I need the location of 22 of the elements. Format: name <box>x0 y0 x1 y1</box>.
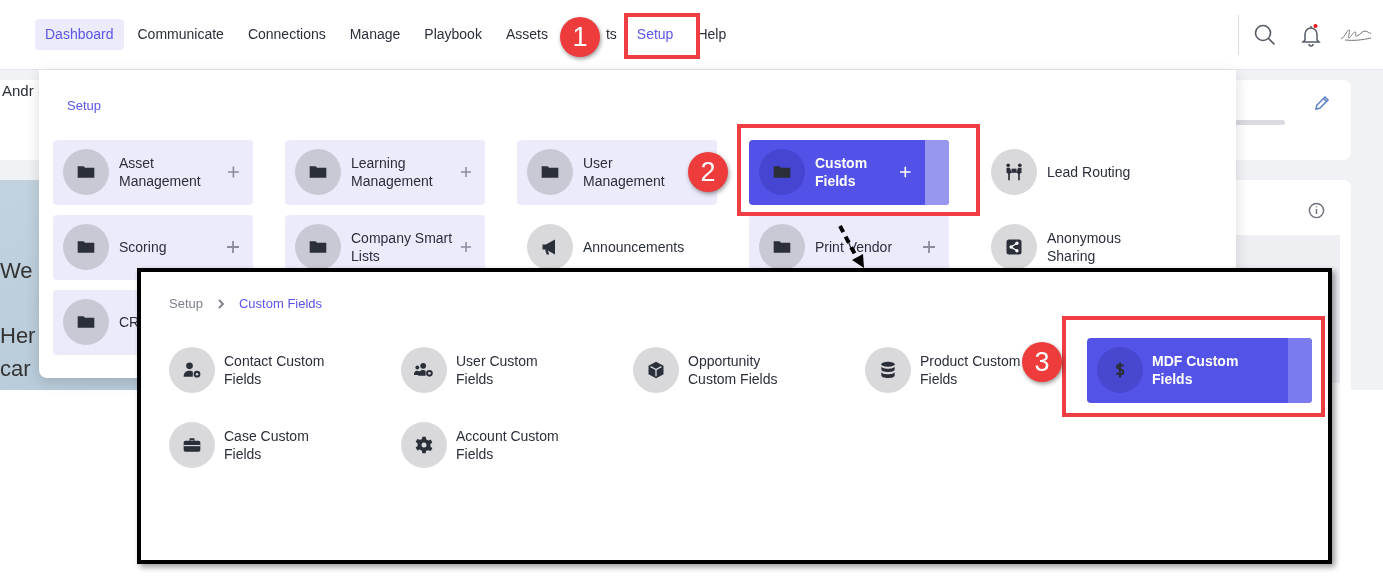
menu-title: Setup <box>67 97 102 115</box>
tile-label: User Custom Fields <box>456 352 539 388</box>
tile-label: Account Custom Fields <box>456 427 560 463</box>
tile-label: Product Custom Fields <box>920 352 1022 388</box>
tile-label: MDF Custom Fields <box>1152 352 1240 388</box>
tile-label: Anonymous Sharing <box>1047 229 1122 265</box>
banner-text: car <box>0 355 31 383</box>
tile-label: Learning Management <box>351 154 434 190</box>
step-number-badge: 1 <box>560 17 600 57</box>
tile-label: Scoring <box>119 238 167 256</box>
tile-label: Contact Custom Fields <box>224 352 326 388</box>
tile-label: Opportunity Custom Fields <box>688 352 779 388</box>
tile-label: Announcements <box>583 238 685 256</box>
tile-label: Company Smart Lists <box>351 229 454 265</box>
greeting-text: Andr <box>1 81 35 101</box>
tile-label: Case Custom Fields <box>224 427 310 463</box>
tile-label: Custom Fields <box>815 154 869 190</box>
banner-text: We <box>0 257 33 285</box>
tile-label: Lead Routing <box>1047 163 1131 181</box>
tile-label: Asset Management <box>119 154 202 190</box>
tile-label: User Management <box>583 154 666 190</box>
banner-text: Her <box>0 322 36 350</box>
